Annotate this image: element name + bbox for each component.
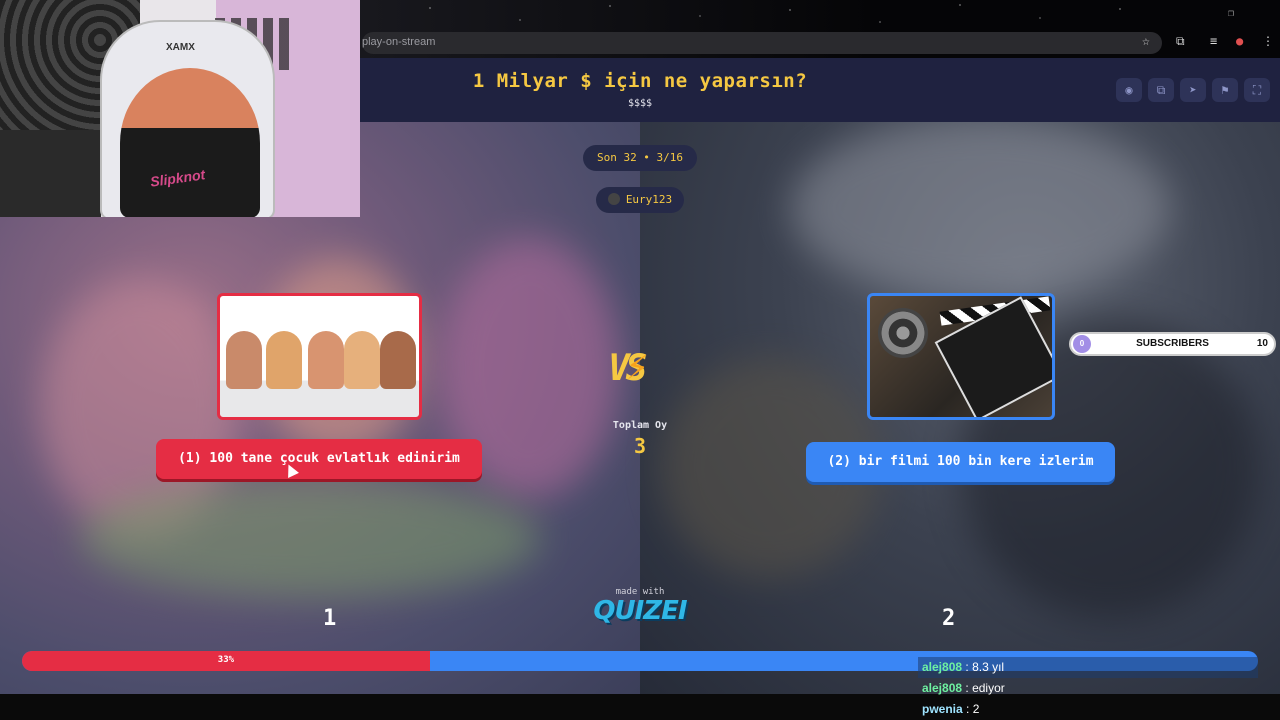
subscribers-goal: 10 <box>1256 338 1268 349</box>
webcam-overlay: XAMX Slipknot <box>0 0 360 217</box>
option-1-button[interactable]: (1) 100 tane çocuk evlatlık edinirim <box>156 439 482 479</box>
child-figure <box>266 331 302 389</box>
menu-icon[interactable]: ⋮ <box>1262 34 1274 48</box>
child-figure <box>226 331 262 389</box>
subscribers-goal-widget: 0 SUBSCRIBERS 10 <box>1069 332 1276 356</box>
chat-text: 8.3 yıl <box>972 660 1005 674</box>
address-bar[interactable]: play-on-stream ☆ <box>362 32 1162 54</box>
chat-message: alej808 : ediyor <box>922 681 1005 695</box>
option-1-image[interactable] <box>217 293 422 420</box>
chair-brand-text: XAMX <box>166 42 195 53</box>
extensions-icon[interactable]: ⧉ <box>1176 34 1185 49</box>
chat-username: pwenia <box>922 702 963 716</box>
chat-overlay: alej808 : 8.3 yıl alej808 : ediyor pweni… <box>918 657 1258 720</box>
chat-username: alej808 <box>922 681 963 695</box>
window-restore-icon[interactable]: ❐ <box>1228 8 1234 19</box>
avatar <box>607 193 620 205</box>
chat-username: alej808 <box>922 660 963 674</box>
child-figure <box>380 331 416 389</box>
option-1-number: 1 <box>323 606 337 631</box>
chat-message: alej808 : 8.3 yıl <box>918 657 1258 678</box>
streamer-badge: Eury123 <box>596 187 684 213</box>
option-2-button[interactable]: (2) bir filmi 100 bin kere izlerim <box>806 442 1115 482</box>
url-text[interactable]: play-on-stream <box>362 36 435 48</box>
quizei-logo[interactable]: QUIZEI <box>585 596 695 626</box>
streamer-name: Eury123 <box>625 193 673 206</box>
chat-text: 2 <box>972 702 980 716</box>
round-badge: Son 32 • 3/16 <box>583 145 697 171</box>
streamer-figure <box>120 68 260 217</box>
media-icon[interactable]: ≡ <box>1210 34 1217 48</box>
option-1-vote-percent: 33% <box>217 655 235 665</box>
chat-message: pwenia : 2 <box>922 702 980 716</box>
child-figure <box>344 331 380 389</box>
option-2-number: 2 <box>942 606 956 631</box>
bookmark-star-icon[interactable]: ☆ <box>1142 34 1150 49</box>
child-figure <box>308 331 344 389</box>
profile-icon[interactable]: ● <box>1236 34 1243 48</box>
option-2-image[interactable] <box>867 293 1055 420</box>
chat-text: ediyor <box>972 681 1005 695</box>
total-votes-label: Toplam Oy <box>612 420 668 431</box>
subscribers-label: SUBSCRIBERS <box>1136 338 1209 349</box>
total-votes-value: 3 <box>633 434 647 458</box>
film-reel-icon <box>878 308 928 358</box>
lightning-icon: ⚡ <box>626 344 649 388</box>
